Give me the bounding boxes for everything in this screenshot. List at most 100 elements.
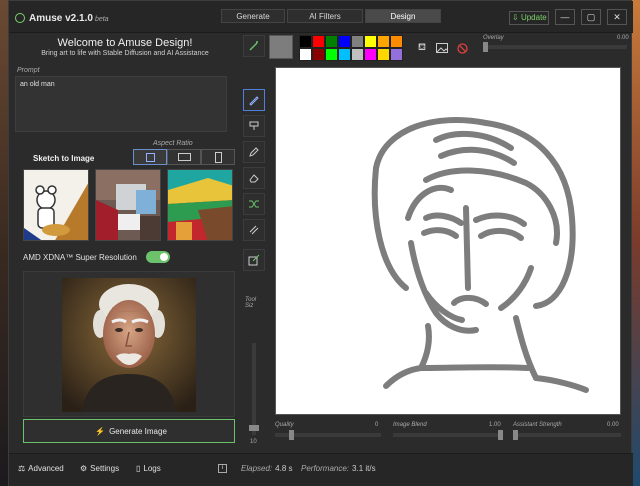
palette-color-swatch[interactable] — [390, 35, 403, 48]
assistant-strength-value: 0.00 — [607, 422, 619, 428]
paint-roller-icon — [249, 121, 259, 130]
aspect-portrait-button[interactable] — [201, 149, 235, 165]
performance-value: 3.1 it/s — [352, 464, 376, 473]
overlay-label: Overlay — [483, 35, 504, 41]
slider-thumb[interactable] — [249, 425, 259, 431]
portrait-icon — [214, 151, 222, 163]
palette-color-swatch[interactable] — [312, 35, 325, 48]
tab-generate[interactable]: Generate — [221, 9, 285, 23]
image-icon — [436, 43, 448, 53]
elapsed-value: 4.8 s — [275, 464, 293, 473]
quality-slider[interactable] — [275, 430, 381, 440]
welcome-subtitle: Bring art to life with Stable Diffusion … — [41, 50, 209, 57]
sketch-canvas[interactable] — [275, 67, 621, 415]
example-thumbnail[interactable] — [167, 169, 233, 241]
texture-tool-button[interactable] — [243, 219, 265, 241]
aspect-ratio-label: Aspect Ratio — [153, 140, 193, 147]
beta-badge: beta — [94, 16, 109, 23]
shuffle-icon — [249, 200, 259, 208]
overlay-slider[interactable] — [483, 42, 627, 52]
example-thumbnail[interactable] — [95, 169, 161, 241]
palette-color-swatch[interactable] — [364, 35, 377, 48]
fill-bucket-button[interactable]: ⛾ — [415, 41, 429, 55]
pen-tool-button[interactable] — [243, 141, 265, 163]
settings-button[interactable]: ⚙ Settings — [77, 464, 119, 473]
image-blend-slider[interactable] — [393, 430, 503, 440]
palette-color-swatch[interactable] — [325, 48, 338, 61]
landscape-icon — [177, 153, 191, 161]
desktop-wallpaper-left — [0, 0, 8, 486]
update-icon: ⇩ — [512, 13, 519, 22]
slider-thumb[interactable] — [498, 430, 503, 440]
tool-size-slider[interactable] — [249, 343, 259, 435]
tab-design[interactable]: Design — [365, 9, 441, 23]
slider-thumb[interactable] — [483, 42, 488, 52]
generate-image-button[interactable]: ⚡ Generate Image — [23, 419, 235, 443]
paint-bucket-tool-button[interactable] — [243, 115, 265, 137]
clear-icon — [456, 42, 468, 54]
app-name: Amuse v2.1.0 — [29, 13, 93, 24]
welcome-title: Welcome to Amuse Design! — [57, 37, 193, 49]
assistant-strength-slider[interactable] — [513, 430, 621, 440]
palette-color-swatch[interactable] — [364, 48, 377, 61]
palette-color-swatch[interactable] — [377, 35, 390, 48]
generate-button-label: Generate Image — [109, 426, 167, 436]
minimize-icon: — — [560, 12, 570, 22]
maximize-button[interactable]: ▢ — [581, 9, 601, 25]
welcome-header: Welcome to Amuse Design! Bring art to li… — [9, 33, 241, 57]
app-window: Amuse v2.1.0 beta Generate AI Filters Des… — [8, 0, 633, 486]
minimize-button[interactable]: — — [555, 9, 575, 25]
palette-color-swatch[interactable] — [351, 48, 364, 61]
aspect-landscape-button[interactable] — [167, 149, 201, 165]
xdna-toggle[interactable] — [146, 251, 170, 263]
tab-ai-filters[interactable]: AI Filters — [287, 9, 363, 23]
shuffle-tool-button[interactable] — [243, 193, 265, 215]
slider-thumb[interactable] — [289, 430, 294, 440]
palette-color-swatch[interactable] — [299, 35, 312, 48]
palette-color-swatch[interactable] — [351, 35, 364, 48]
brush-tool-button[interactable] — [243, 89, 265, 111]
toggle-knob — [160, 253, 168, 261]
slider-thumb[interactable] — [513, 430, 518, 440]
overlay-value: 0.00 — [617, 35, 629, 41]
xdna-label: AMD XDNA™ Super Resolution — [23, 253, 137, 262]
palette-color-swatch[interactable] — [299, 48, 312, 61]
current-color-swatch[interactable] — [269, 35, 293, 59]
desktop-wallpaper-right — [632, 0, 640, 486]
eraser-tool-button[interactable] — [243, 167, 265, 189]
app-title: Amuse v2.1.0 beta — [29, 13, 109, 24]
performance-label: Performance: — [301, 464, 350, 473]
advanced-button[interactable]: ⚖ Advanced — [15, 464, 64, 473]
image-blend-value: 1.00 — [489, 422, 501, 428]
palette-color-swatch[interactable] — [325, 35, 338, 48]
palette-color-swatch[interactable] — [338, 35, 351, 48]
performance-stat: Performance: 3.1 it/s — [301, 464, 376, 473]
generated-image[interactable] — [62, 278, 196, 412]
hatch-icon — [249, 225, 259, 235]
close-icon: ✕ — [613, 12, 621, 22]
load-image-button[interactable] — [435, 41, 449, 55]
edit-canvas-button[interactable] — [243, 249, 265, 271]
close-button[interactable]: ✕ — [607, 9, 627, 25]
color-palette — [299, 35, 403, 61]
palette-color-swatch[interactable] — [390, 48, 403, 61]
logs-button[interactable]: ▯ Logs — [133, 464, 161, 473]
example-thumbnail[interactable] — [23, 169, 89, 241]
info-button[interactable]: i — [215, 464, 227, 473]
magic-tool-button[interactable] — [243, 35, 265, 57]
palette-color-swatch[interactable] — [338, 48, 351, 61]
mode-title: Sketch to Image — [33, 154, 95, 163]
palette-color-swatch[interactable] — [312, 48, 325, 61]
prompt-input[interactable]: an old man — [15, 76, 227, 132]
pen-icon — [249, 147, 259, 157]
update-button[interactable]: ⇩ Update — [509, 11, 549, 25]
tool-size-label: Tool Siz — [245, 297, 257, 309]
elapsed-label: Elapsed: — [241, 464, 273, 473]
amuse-logo-icon — [15, 13, 25, 23]
assistant-strength-label: Assistant Strength — [513, 422, 562, 428]
palette-color-swatch[interactable] — [377, 48, 390, 61]
aspect-ratio-selector — [133, 149, 235, 165]
clear-canvas-button[interactable] — [455, 41, 469, 55]
color-toolbar: ⛾ Overlay 0.00 — [269, 33, 633, 63]
aspect-square-button[interactable] — [133, 149, 167, 165]
